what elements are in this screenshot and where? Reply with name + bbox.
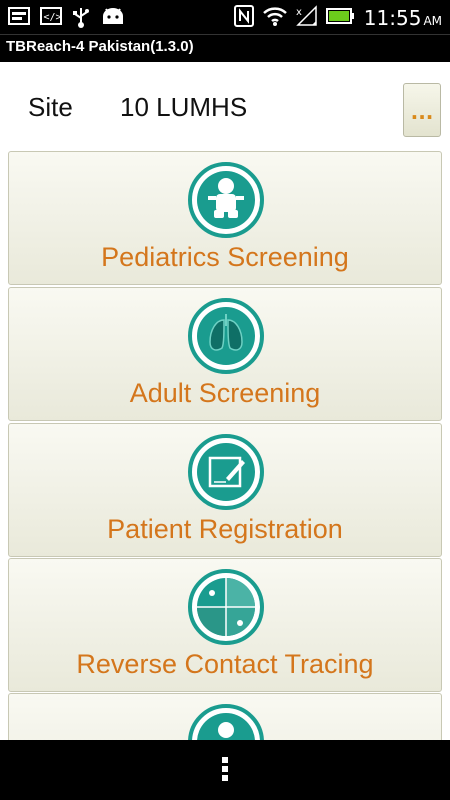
site-select-button[interactable]: ... bbox=[403, 83, 441, 137]
image-notification-icon bbox=[8, 6, 30, 32]
app-title: TBReach-4 Pakistan(1.3.0) bbox=[6, 38, 194, 55]
battery-icon bbox=[325, 7, 356, 29]
overflow-menu-icon[interactable] bbox=[219, 757, 231, 783]
status-bar: </> x 11:55 AM bbox=[0, 0, 450, 34]
menu-label: Pediatrics Screening bbox=[101, 242, 349, 272]
main-content: Site 10 LUMHS ... Pediatrics Screening A… bbox=[0, 62, 450, 740]
wifi-icon bbox=[262, 5, 288, 31]
person-icon bbox=[186, 702, 266, 740]
site-label: Site bbox=[28, 92, 73, 122]
svg-text:</>: </> bbox=[44, 12, 62, 23]
patient-registration-button[interactable]: Patient Registration bbox=[8, 423, 442, 557]
menu-item-5[interactable] bbox=[8, 693, 442, 740]
site-value: 10 LUMHS bbox=[120, 92, 248, 122]
navigation-bar bbox=[0, 740, 450, 800]
svg-text:x: x bbox=[296, 7, 302, 18]
child-icon bbox=[186, 160, 266, 240]
registration-form-icon bbox=[186, 432, 266, 512]
adult-screening-button[interactable]: Adult Screening bbox=[8, 287, 442, 421]
signal-icon: x bbox=[296, 5, 318, 31]
usb-icon bbox=[72, 6, 90, 32]
contact-tracing-icon bbox=[186, 567, 266, 647]
code-notification-icon: </> bbox=[40, 6, 62, 32]
reverse-contact-tracing-button[interactable]: Reverse Contact Tracing bbox=[8, 558, 442, 692]
lungs-icon bbox=[186, 296, 266, 376]
pediatrics-screening-button[interactable]: Pediatrics Screening bbox=[8, 151, 442, 285]
android-icon bbox=[100, 6, 126, 32]
title-bar: TBReach-4 Pakistan(1.3.0) bbox=[0, 34, 450, 63]
nfc-icon bbox=[233, 4, 254, 32]
clock: 11:55 AM bbox=[363, 6, 442, 30]
menu-label: Patient Registration bbox=[107, 514, 343, 544]
menu-label: Adult Screening bbox=[129, 378, 321, 408]
menu-label: Reverse Contact Tracing bbox=[76, 649, 374, 679]
